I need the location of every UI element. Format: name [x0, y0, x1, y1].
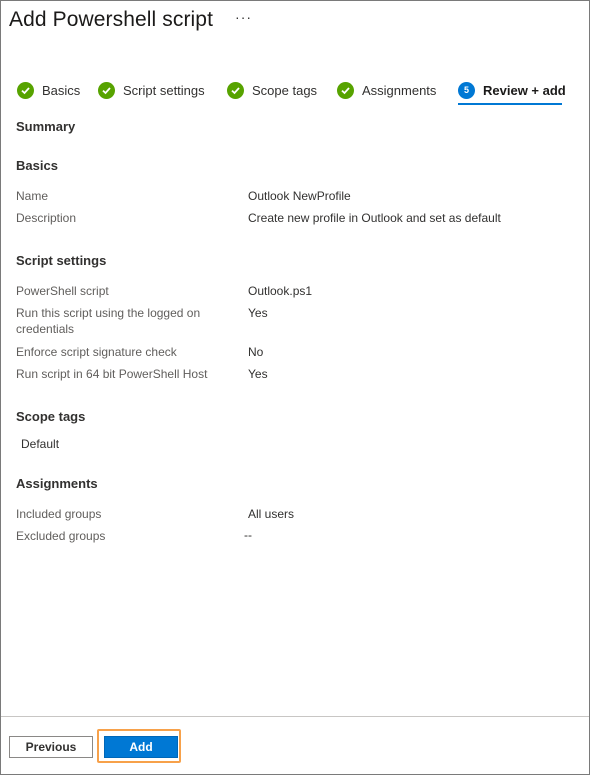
run-as-logged-on-label-line2: credentials — [16, 322, 75, 336]
check-circle-icon — [337, 81, 354, 99]
excluded-groups-label: Excluded groups — [16, 529, 106, 543]
add-button[interactable]: Add — [104, 736, 178, 758]
assignments-heading: Assignments — [16, 476, 98, 491]
step-label: Script settings — [123, 82, 205, 98]
page-header: Add Powershell script ··· — [9, 4, 252, 36]
signature-check-label: Enforce script signature check — [16, 345, 177, 359]
included-groups-value: All users — [248, 507, 295, 521]
included-groups-label: Included groups — [16, 507, 102, 521]
step-label: Basics — [42, 82, 81, 98]
step-review-add[interactable]: 5 Review + add — [458, 80, 566, 100]
run-64bit-value: Yes — [248, 367, 268, 381]
powershell-script-value: Outlook.ps1 — [248, 284, 313, 298]
step-scope-tags[interactable]: Scope tags — [227, 80, 317, 100]
name-label: Name — [16, 189, 49, 203]
run-as-logged-on-label-line1: Run this script using the logged on — [16, 306, 201, 320]
panel-frame — [0, 0, 590, 775]
scope-tag-value: Default — [21, 437, 60, 451]
step-script-settings[interactable]: Script settings — [98, 80, 205, 100]
description-label: Description — [16, 211, 77, 225]
more-options-button[interactable]: ··· — [235, 9, 252, 25]
run-as-logged-on-value: Yes — [248, 306, 268, 320]
run-as-logged-on-label: Run this script using the logged on cred… — [16, 305, 200, 337]
name-value: Outlook NewProfile — [248, 189, 351, 203]
powershell-script-label: PowerShell script — [16, 284, 109, 298]
check-circle-icon — [98, 81, 115, 99]
step-assignments[interactable]: Assignments — [337, 80, 436, 100]
basics-heading: Basics — [16, 158, 58, 173]
excluded-groups-value: -- — [244, 528, 252, 542]
step-label: Assignments — [362, 82, 437, 98]
check-circle-icon — [227, 81, 244, 99]
scope-tags-heading: Scope tags — [16, 409, 86, 424]
signature-check-value: No — [248, 345, 264, 359]
step-basics[interactable]: Basics — [17, 80, 80, 100]
summary-heading: Summary — [16, 119, 76, 134]
run-64bit-label: Run script in 64 bit PowerShell Host — [16, 367, 208, 381]
page-title: Add Powershell script — [9, 8, 214, 31]
step-label: Review + add — [483, 82, 566, 98]
step-label: Scope tags — [252, 82, 318, 98]
script-settings-heading: Script settings — [16, 253, 107, 268]
footer-divider — [1, 716, 589, 717]
active-step-underline — [458, 103, 562, 105]
check-circle-icon — [17, 81, 34, 99]
previous-button[interactable]: Previous — [9, 736, 93, 758]
description-value: Create new profile in Outlook and set as… — [248, 211, 501, 225]
step-number-icon: 5 — [458, 81, 475, 99]
